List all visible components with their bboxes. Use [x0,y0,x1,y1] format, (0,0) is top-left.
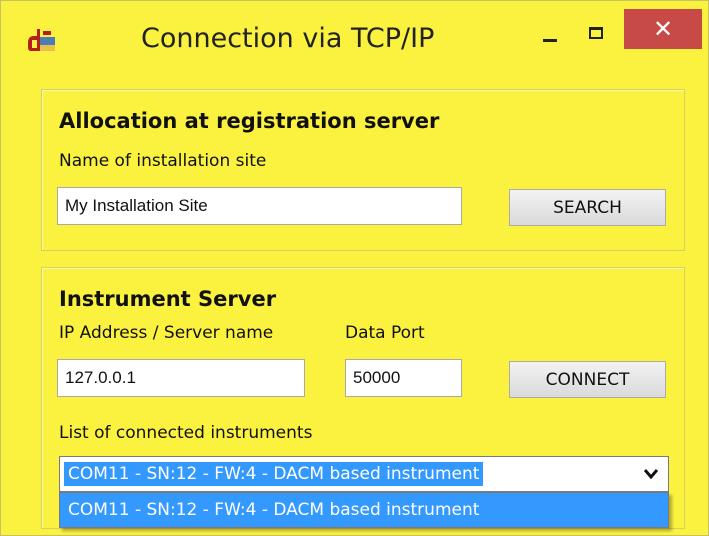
chevron-down-icon [644,469,658,479]
app-logo-icon [28,29,55,51]
instrument-server-title: Instrument Server [59,287,277,311]
ip-address-label: IP Address / Server name [59,323,274,343]
instrument-dropdown-list: COM11 - SN:12 - FW:4 - DACM based instru… [59,492,669,528]
search-button[interactable]: SEARCH [509,189,666,226]
data-port-input[interactable] [345,359,462,397]
connect-button[interactable]: CONNECT [509,361,666,398]
instrument-option[interactable]: COM11 - SN:12 - FW:4 - DACM based instru… [64,498,483,522]
maximize-button[interactable] [567,9,627,53]
ip-address-input[interactable] [57,359,305,397]
close-button[interactable]: ✕ [624,9,702,49]
data-port-label: Data Port [345,323,425,343]
connection-window: Connection via TCP/IP ✕ Allocation at re… [0,0,709,536]
instrument-select[interactable]: COM11 - SN:12 - FW:4 - DACM based instru… [59,456,669,492]
dropdown-toggle[interactable] [634,457,668,491]
close-icon: ✕ [652,15,674,43]
registration-group-title: Allocation at registration server [59,109,440,133]
instrument-list-label: List of connected instruments [59,423,313,443]
title-bar[interactable]: Connection via TCP/IP ✕ [1,1,708,75]
site-name-label: Name of installation site [59,151,267,171]
selected-instrument: COM11 - SN:12 - FW:4 - DACM based instru… [64,462,484,486]
site-name-input[interactable] [57,187,462,225]
maximize-icon [589,27,603,39]
window-title: Connection via TCP/IP [141,23,435,54]
